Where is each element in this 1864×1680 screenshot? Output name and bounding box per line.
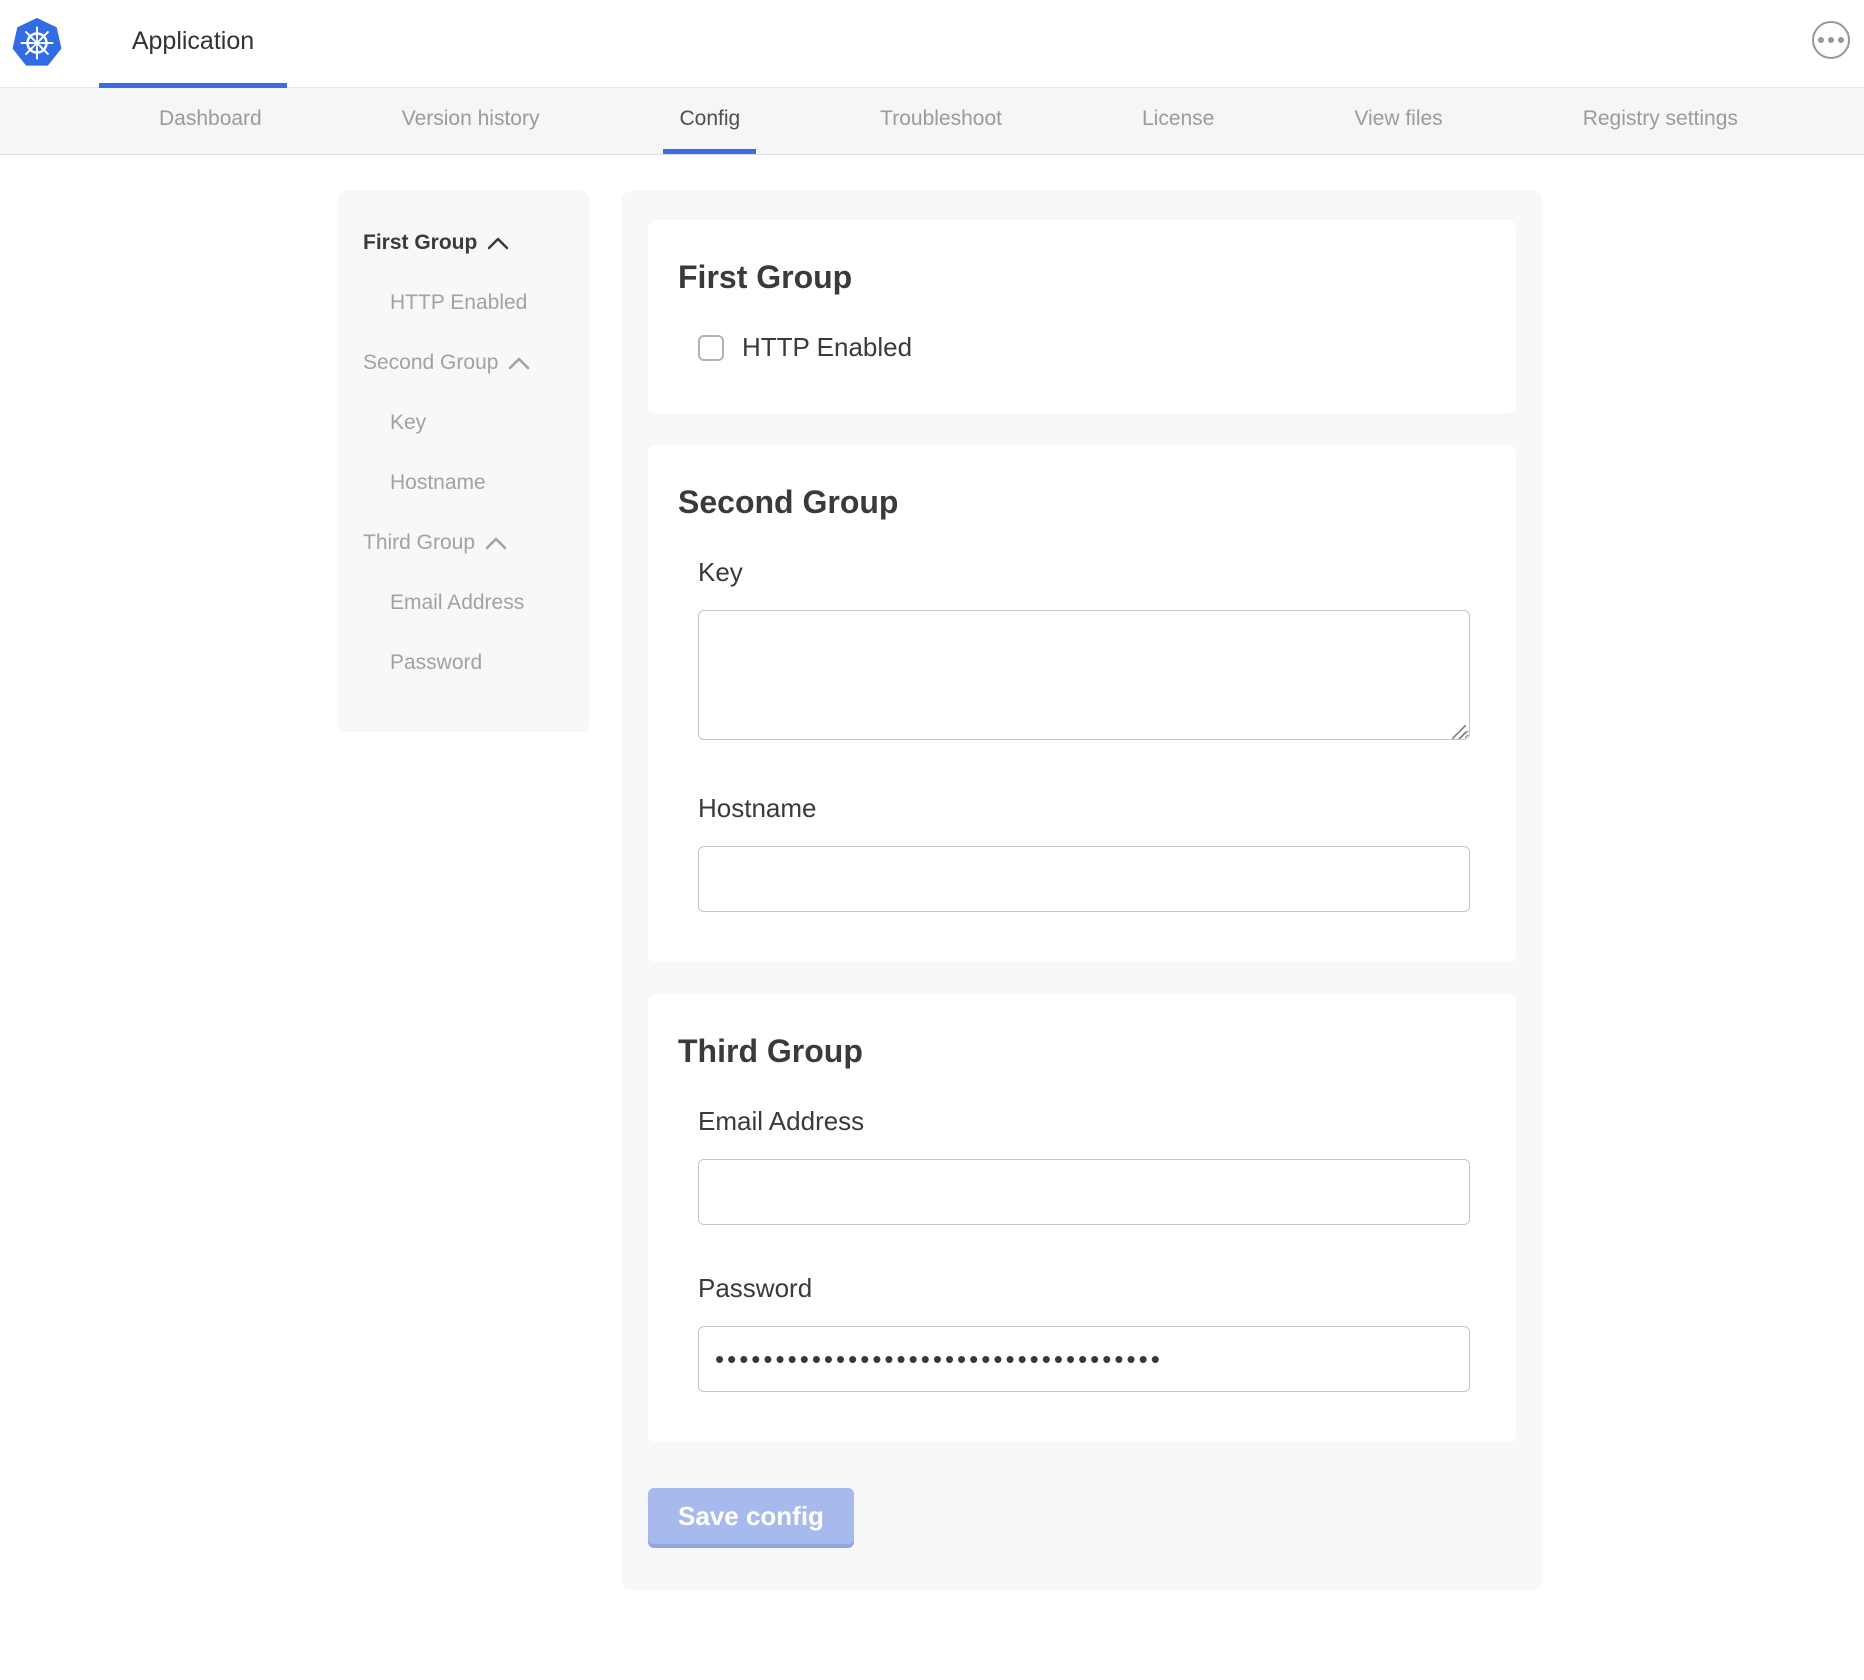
field-label: Password <box>698 1273 1470 1304</box>
tab-license[interactable]: License <box>1126 88 1230 154</box>
key-field: Key <box>698 557 1470 745</box>
application-tab[interactable]: Application <box>99 0 287 88</box>
config-form-panel: First Group HTTP Enabled Second Group Ke… <box>621 191 1543 1590</box>
sidebar-item-label: Key <box>390 411 426 435</box>
sidebar-item-first-group[interactable]: First Group <box>363 213 572 273</box>
http-enabled-checkbox[interactable] <box>698 335 724 361</box>
sidebar-item-email-address[interactable]: Email Address <box>363 573 572 633</box>
chevron-up-icon <box>487 236 509 250</box>
config-group-third: Third Group Email Address Password <box>648 994 1516 1442</box>
email-address-input[interactable] <box>698 1159 1470 1225</box>
config-group-first: First Group HTTP Enabled <box>648 220 1516 413</box>
hostname-input[interactable] <box>698 846 1470 912</box>
kubernetes-logo-icon <box>12 18 62 68</box>
tab-version-history[interactable]: Version history <box>386 88 556 154</box>
tab-config[interactable]: Config <box>663 88 756 154</box>
top-header: Application <box>0 0 1864 88</box>
field-label: Key <box>698 557 1470 588</box>
chevron-up-icon <box>485 536 507 550</box>
dot <box>1818 37 1824 43</box>
sidebar-item-label: Second Group <box>363 351 498 375</box>
save-config-button[interactable]: Save config <box>648 1488 854 1544</box>
chevron-up-icon <box>508 356 530 370</box>
dot <box>1838 37 1844 43</box>
ellipsis-icon[interactable] <box>1812 21 1850 59</box>
sidebar-item-label: Password <box>390 651 482 675</box>
group-title: First Group <box>678 258 1470 296</box>
app-nav-bar: Dashboard Version history Config Trouble… <box>0 88 1864 155</box>
sidebar-item-label: Third Group <box>363 531 475 555</box>
sidebar-item-http-enabled[interactable]: HTTP Enabled <box>363 273 572 333</box>
field-label: Email Address <box>698 1106 1470 1137</box>
tab-view-files[interactable]: View files <box>1338 88 1458 154</box>
config-sidebar: First Group HTTP Enabled Second Group Ke… <box>337 191 590 732</box>
sidebar-item-key[interactable]: Key <box>363 393 572 453</box>
sidebar-item-hostname[interactable]: Hostname <box>363 453 572 513</box>
password-input[interactable] <box>698 1326 1470 1392</box>
sidebar-item-label: HTTP Enabled <box>390 291 527 315</box>
config-page: First Group HTTP Enabled Second Group Ke… <box>0 155 1864 1680</box>
dot <box>1828 37 1834 43</box>
checkbox-label: HTTP Enabled <box>742 332 912 363</box>
sidebar-item-label: First Group <box>363 231 477 255</box>
sidebar-item-third-group[interactable]: Third Group <box>363 513 572 573</box>
field-label: Hostname <box>698 793 1470 824</box>
sidebar-item-second-group[interactable]: Second Group <box>363 333 572 393</box>
group-title: Third Group <box>678 1032 1470 1070</box>
group-title: Second Group <box>678 483 1470 521</box>
tab-dashboard[interactable]: Dashboard <box>143 88 278 154</box>
sidebar-item-label: Email Address <box>390 591 524 615</box>
tab-registry-settings[interactable]: Registry settings <box>1567 88 1754 154</box>
config-group-second: Second Group Key Hostname <box>648 445 1516 962</box>
password-field: Password <box>698 1273 1470 1392</box>
hostname-field: Hostname <box>698 793 1470 912</box>
tab-troubleshoot[interactable]: Troubleshoot <box>864 88 1018 154</box>
sidebar-item-label: Hostname <box>390 471 486 495</box>
key-textarea[interactable] <box>698 610 1470 740</box>
email-address-field: Email Address <box>698 1106 1470 1225</box>
http-enabled-field: HTTP Enabled <box>698 332 1470 363</box>
sidebar-item-password[interactable]: Password <box>363 633 572 693</box>
